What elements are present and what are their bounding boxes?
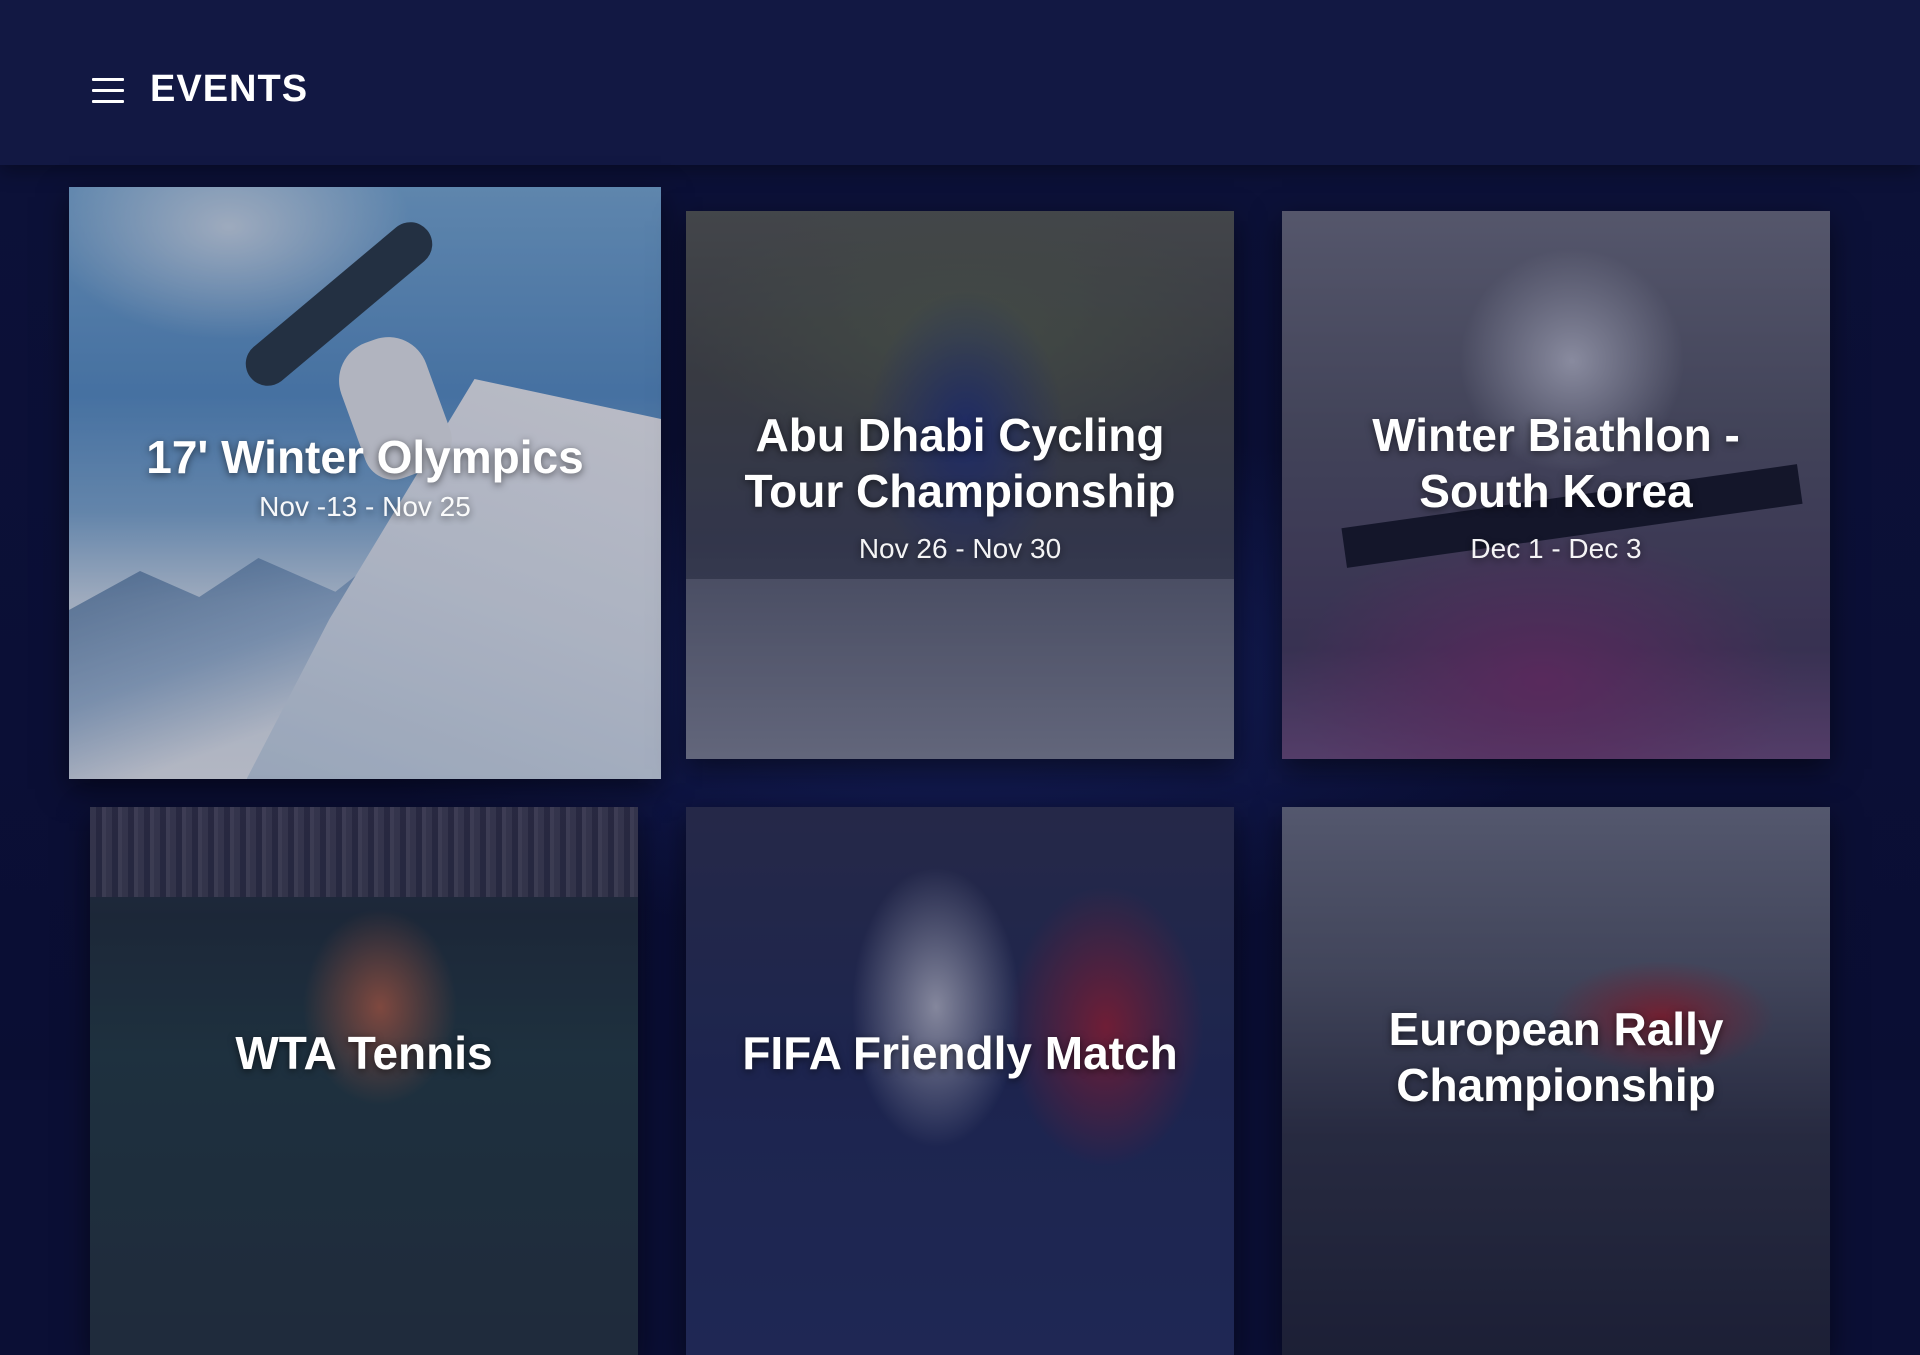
top-bar: EVENTS	[0, 0, 1920, 165]
event-title: European Rally Championship	[1388, 1003, 1724, 1111]
event-dates: Nov -13 - Nov 25	[259, 491, 471, 522]
event-title: Abu Dhabi Cycling Tour Championship	[744, 409, 1176, 517]
event-card-winter-biathlon[interactable]: Winter Biathlon - South Korea Dec 1 - De…	[1282, 211, 1830, 759]
event-caption: 17' Winter Olympics Nov -13 - Nov 25	[69, 429, 661, 523]
event-title: Winter Biathlon - South Korea	[1372, 409, 1740, 517]
event-card-european-rally[interactable]: European Rally Championship	[1282, 807, 1830, 1355]
page-title: EVENTS	[150, 68, 309, 110]
event-dates: Nov 26 - Nov 30	[858, 533, 1062, 564]
event-caption: Winter Biathlon - South Korea Dec 1 - De…	[1282, 407, 1830, 565]
event-title: 17' Winter Olympics	[146, 431, 584, 483]
event-title: WTA Tennis	[235, 1027, 493, 1079]
event-card-abu-dhabi-cycling[interactable]: Abu Dhabi Cycling Tour Championship Nov …	[686, 211, 1234, 759]
hamburger-menu-icon[interactable]	[92, 78, 124, 104]
event-card-fifa-friendly[interactable]: FIFA Friendly Match	[686, 807, 1234, 1355]
event-caption: European Rally Championship	[1282, 1001, 1830, 1113]
event-title: FIFA Friendly Match	[742, 1027, 1178, 1079]
event-caption: WTA Tennis	[90, 1025, 638, 1081]
event-caption: FIFA Friendly Match	[686, 1025, 1234, 1081]
event-caption: Abu Dhabi Cycling Tour Championship Nov …	[686, 407, 1234, 565]
event-card-winter-olympics[interactable]: 17' Winter Olympics Nov -13 - Nov 25	[69, 187, 661, 779]
event-card-wta-tennis[interactable]: WTA Tennis	[90, 807, 638, 1355]
event-dates: Dec 1 - Dec 3	[1470, 533, 1642, 564]
